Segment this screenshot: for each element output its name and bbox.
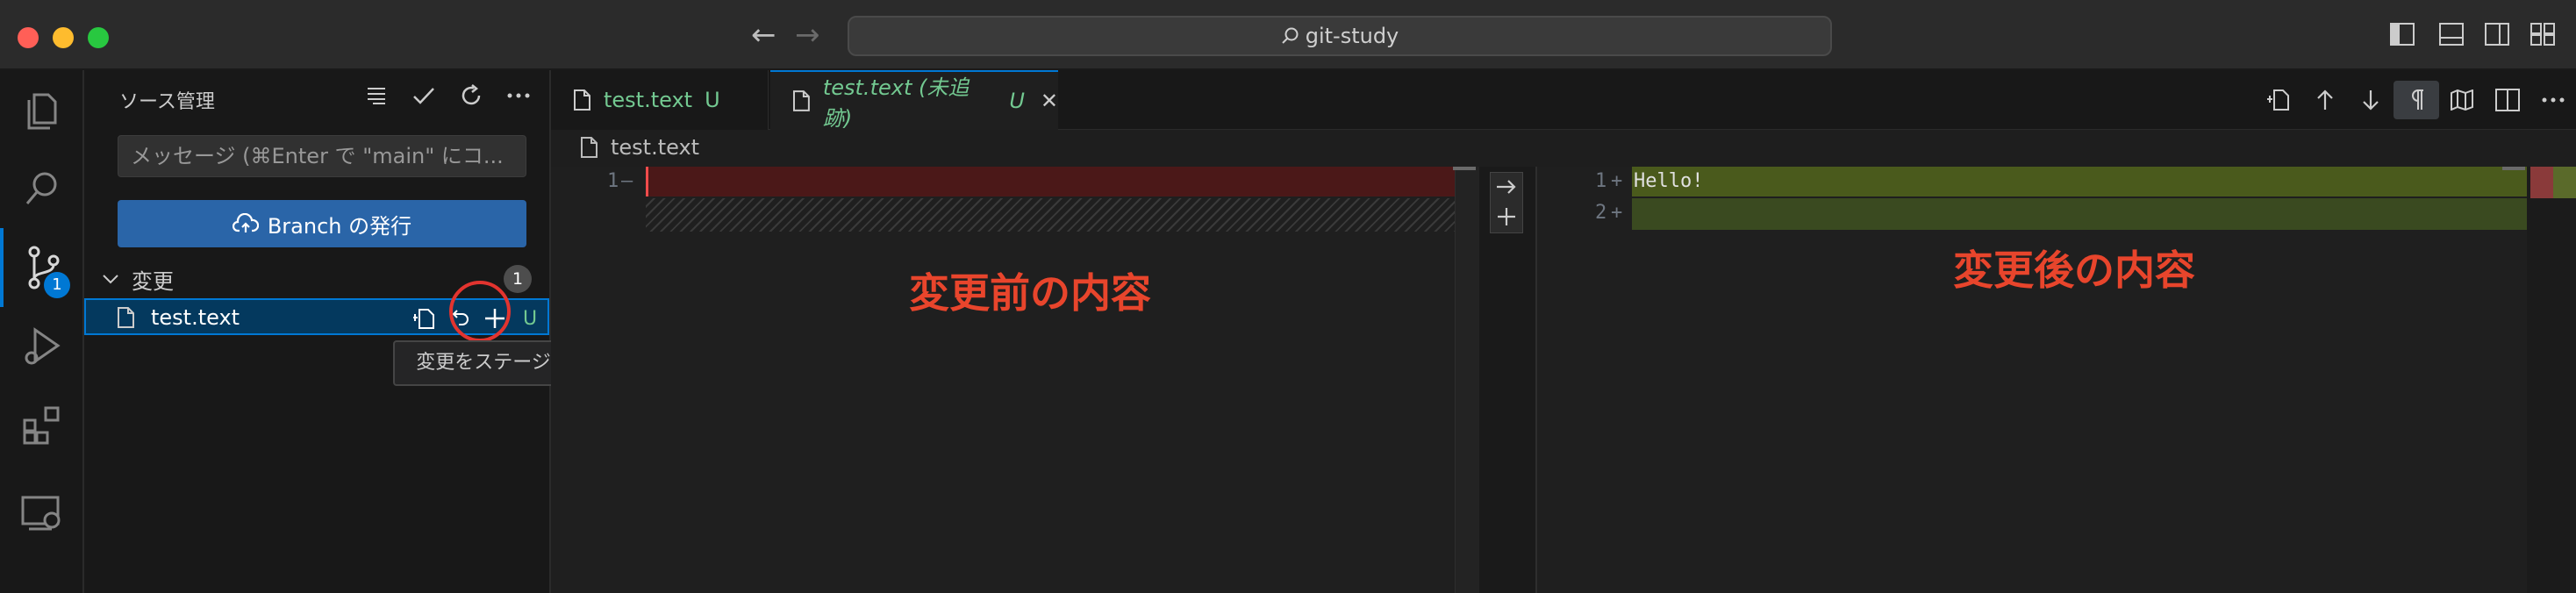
- added-line-2: [1632, 198, 2527, 230]
- file-icon: [581, 137, 597, 158]
- open-file-icon[interactable]: [407, 304, 442, 333]
- left-scrollbar[interactable]: [1455, 167, 1480, 593]
- changes-count-badge: 1: [504, 265, 532, 293]
- minimize-window-button[interactable]: [53, 27, 74, 48]
- overview-deleted-mark: [2530, 167, 2553, 198]
- overview-added-mark: [2553, 167, 2576, 198]
- remote-icon: [21, 496, 61, 531]
- highlight-circle: [449, 281, 511, 342]
- stage-changes-tooltip: 変更をステージ: [393, 340, 574, 386]
- code-line[interactable]: Hello!: [1634, 170, 1703, 192]
- toggle-primary-sidebar-icon[interactable]: [2390, 23, 2415, 46]
- left-scrollbar-thumb[interactable]: [1453, 167, 1476, 170]
- stage-line-icon[interactable]: [1496, 206, 1517, 227]
- publish-branch-button[interactable]: Branch の発行: [118, 200, 526, 247]
- search-icon: [25, 172, 57, 204]
- search-icon: [1282, 27, 1299, 44]
- line-number: 1: [607, 170, 619, 192]
- right-scrollbar-thumb[interactable]: [2502, 167, 2525, 170]
- zoom-window-button[interactable]: [88, 27, 109, 48]
- breadcrumb-file: test.text: [611, 135, 700, 160]
- toggle-secondary-sidebar-icon[interactable]: [2485, 23, 2509, 46]
- diff-actions: [1490, 172, 1523, 233]
- tab-status: U: [1009, 89, 1025, 113]
- activity-explorer[interactable]: [0, 70, 84, 149]
- tab-close-icon[interactable]: ✕: [1041, 89, 1058, 113]
- file-icon: [574, 89, 590, 111]
- tab-label: test.text: [604, 88, 693, 112]
- files-icon: [27, 93, 57, 130]
- file-icon: [118, 307, 134, 328]
- diff-placeholder-hatch: [646, 198, 1478, 232]
- deleted-line: [646, 167, 1478, 196]
- view-as-tree-icon[interactable]: [363, 82, 390, 109]
- activity-source-control[interactable]: 1: [0, 228, 84, 307]
- commit-message-input[interactable]: メッセージ (⌘Enter で "main" にコ...: [118, 135, 526, 177]
- file-icon: [792, 90, 810, 111]
- file-status-untracked: U: [522, 307, 538, 330]
- search-text: git-study: [1305, 24, 1399, 48]
- line-marker-added: +: [1611, 170, 1623, 192]
- debug-icon: [25, 327, 61, 365]
- diff-modified-pane[interactable]: [1535, 167, 2576, 593]
- activity-bar: 1: [0, 70, 84, 593]
- customize-layout-icon[interactable]: [2530, 23, 2555, 46]
- extensions-icon: [23, 406, 60, 445]
- breadcrumb[interactable]: test.text: [579, 132, 699, 163]
- tab-test-text-untracked[interactable]: test.text (未追跡) U ✕: [770, 70, 1058, 131]
- next-change-icon[interactable]: [2348, 81, 2394, 119]
- editor-tabs: test.text U test.text (未追跡) U ✕: [551, 70, 2576, 131]
- back-arrow-icon[interactable]: ←: [751, 18, 776, 53]
- revert-arrow-icon[interactable]: [1495, 178, 1518, 196]
- activity-run-debug[interactable]: [0, 307, 84, 386]
- annotation-after: 変更後の内容: [1953, 246, 2195, 294]
- show-whitespace-icon[interactable]: [2394, 81, 2439, 119]
- annotation-before: 変更前の内容: [909, 269, 1151, 317]
- previous-change-icon[interactable]: [2302, 81, 2348, 119]
- more-actions-icon[interactable]: [505, 82, 532, 109]
- activity-extensions[interactable]: [0, 386, 84, 465]
- toggle-panel-icon[interactable]: [2439, 23, 2464, 46]
- line-number: 2: [1595, 202, 1607, 224]
- changed-file-name: test.text: [151, 305, 240, 330]
- tab-label: test.text (未追跡): [822, 75, 970, 131]
- line-number: 1: [1595, 170, 1607, 192]
- activity-search[interactable]: [0, 149, 84, 228]
- line-marker-added: +: [1611, 202, 1623, 224]
- forward-arrow-icon[interactable]: →: [795, 18, 820, 53]
- activity-remote[interactable]: [0, 474, 84, 553]
- close-window-button[interactable]: [18, 27, 39, 48]
- command-center-search[interactable]: git-study: [848, 16, 1832, 56]
- more-actions-icon[interactable]: [2530, 81, 2576, 119]
- right-scrollbar[interactable]: [2527, 167, 2576, 593]
- changes-section-label: 変更: [132, 268, 174, 294]
- chevron-down-icon: [103, 275, 118, 284]
- sidebar-title: ソース管理: [119, 91, 215, 113]
- line-marker-deleted: —: [621, 170, 633, 192]
- open-file-icon[interactable]: [2257, 81, 2302, 119]
- added-line-1: [1632, 167, 2527, 196]
- tab-test-text[interactable]: test.text U: [551, 70, 769, 130]
- source-control-badge: 1: [44, 272, 70, 298]
- publish-branch-label: Branch の発行: [267, 213, 412, 239]
- refresh-icon[interactable]: [458, 82, 484, 109]
- commit-check-icon[interactable]: [411, 82, 437, 109]
- cloud-upload-icon: [232, 213, 259, 232]
- title-bar: ← → git-study: [0, 0, 2576, 70]
- tab-status: U: [705, 88, 720, 112]
- map-icon[interactable]: [2439, 81, 2485, 119]
- split-editor-icon[interactable]: [2485, 81, 2530, 119]
